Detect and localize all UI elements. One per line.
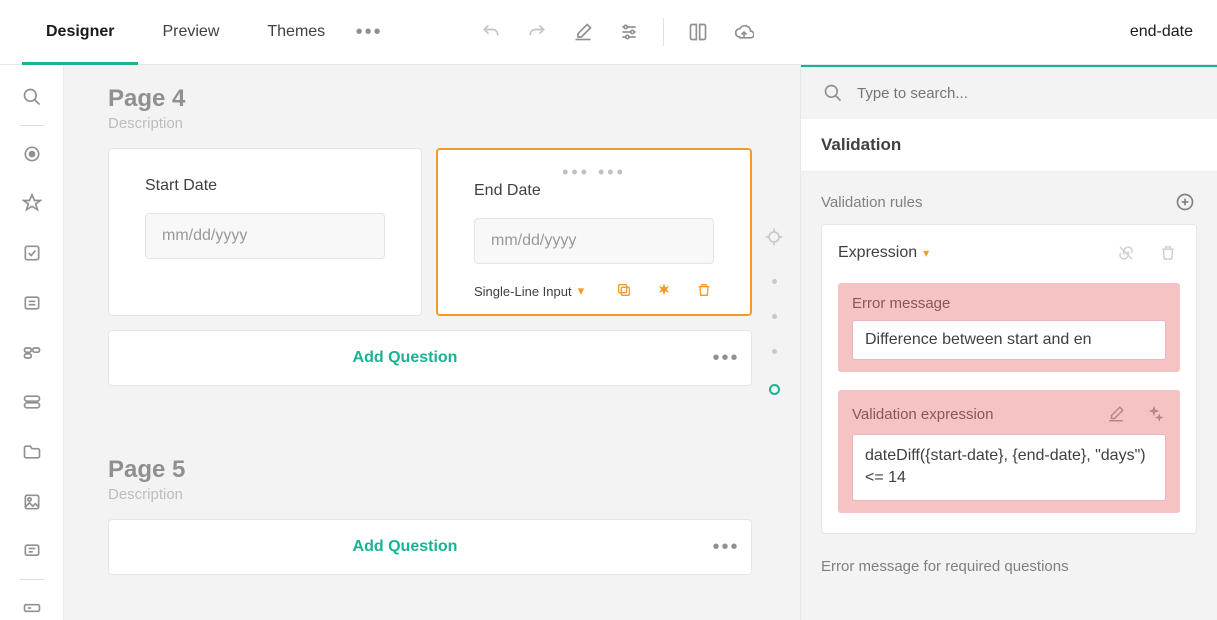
- delete-rule-button[interactable]: [1156, 241, 1180, 265]
- page-dot-active[interactable]: [769, 384, 780, 395]
- redo-button[interactable]: [525, 20, 549, 44]
- dots-icon: •••: [712, 536, 739, 559]
- search-icon[interactable]: [20, 85, 44, 109]
- divider: [20, 579, 44, 580]
- error-message-input[interactable]: Difference between start and en: [852, 320, 1166, 360]
- validation-expression-field: Validation expression dateDiff({start-da…: [838, 390, 1180, 513]
- rating-icon[interactable]: [20, 191, 44, 215]
- date-input[interactable]: mm/dd/yyyy: [474, 218, 714, 264]
- question-label[interactable]: Start Date: [145, 177, 385, 195]
- text-input-icon[interactable]: [20, 596, 44, 620]
- field-label: Validation expression: [852, 406, 993, 423]
- error-message-value: Difference between start and en: [865, 331, 1092, 348]
- eraser-icon[interactable]: [571, 20, 595, 44]
- boolean-icon[interactable]: [20, 390, 44, 414]
- tabs-overflow-button[interactable]: •••: [349, 21, 389, 44]
- tab-themes[interactable]: Themes: [243, 0, 349, 65]
- wand-icon[interactable]: [1142, 402, 1166, 426]
- dots-icon: •••: [356, 21, 383, 44]
- unlink-icon[interactable]: [1114, 241, 1138, 265]
- design-canvas[interactable]: Page 4 Description Start Date mm/dd/yyyy…: [64, 65, 800, 620]
- date-placeholder: mm/dd/yyyy: [162, 227, 247, 245]
- main-area: Page 4 Description Start Date mm/dd/yyyy…: [0, 65, 1217, 620]
- question-toolbar: Single-Line Input ▾: [474, 282, 714, 300]
- rule-tools: [1114, 241, 1180, 265]
- tab-designer[interactable]: Designer: [22, 0, 138, 65]
- file-icon[interactable]: [20, 440, 44, 464]
- add-question-row: Add Question •••: [108, 519, 752, 575]
- divider: [20, 125, 44, 126]
- top-bar: Designer Preview Themes ••• end-date: [0, 0, 1217, 65]
- panel-section-header[interactable]: Validation: [801, 119, 1217, 172]
- dropdown-icon[interactable]: [20, 291, 44, 315]
- panel-search-input[interactable]: [857, 85, 1197, 102]
- panel-search: [801, 67, 1217, 119]
- rules-label: Validation rules: [821, 194, 922, 211]
- rule-type-row: Expression ▾: [838, 241, 1180, 265]
- comment-icon[interactable]: [20, 540, 44, 564]
- tab-label: Preview: [162, 23, 219, 41]
- add-question-button[interactable]: Add Question: [109, 349, 701, 367]
- tagbox-icon[interactable]: [20, 341, 44, 365]
- page-description[interactable]: Description: [108, 115, 752, 132]
- add-question-menu[interactable]: •••: [701, 347, 751, 370]
- question-type-select[interactable]: Single-Line Input ▾: [474, 283, 584, 299]
- page-dot[interactable]: [772, 279, 777, 284]
- page-nav-dots: [762, 225, 786, 395]
- radio-icon[interactable]: [20, 142, 44, 166]
- page-dot[interactable]: [772, 314, 777, 319]
- drag-handle-icon[interactable]: ••• •••: [474, 168, 714, 176]
- validation-rule-card: Expression ▾ Error message Difference be…: [821, 224, 1197, 534]
- selected-element-name: end-date: [1130, 23, 1195, 41]
- rule-type-label: Expression: [838, 244, 917, 262]
- main-tabs: Designer Preview Themes: [22, 0, 349, 65]
- tab-preview[interactable]: Preview: [138, 0, 243, 65]
- undo-button[interactable]: [479, 20, 503, 44]
- tab-label: Designer: [46, 23, 114, 41]
- question-card-end-date[interactable]: ••• ••• End Date mm/dd/yyyy Single-Line …: [436, 148, 752, 316]
- divider: [663, 18, 664, 46]
- search-icon: [821, 81, 845, 105]
- question-row: Start Date mm/dd/yyyy ••• ••• End Date m…: [108, 148, 752, 316]
- image-icon[interactable]: [20, 490, 44, 514]
- caret-down-icon: ▾: [578, 283, 585, 299]
- top-actions: [479, 18, 756, 46]
- add-question-row: Add Question •••: [108, 330, 752, 386]
- page-title[interactable]: Page 4: [108, 85, 752, 113]
- required-error-label: Error message for required questions: [821, 558, 1197, 575]
- required-button[interactable]: [656, 282, 674, 300]
- date-input[interactable]: mm/dd/yyyy: [145, 213, 385, 259]
- eraser-icon[interactable]: [1104, 402, 1128, 426]
- cloud-upload-icon[interactable]: [732, 20, 756, 44]
- add-question-button[interactable]: Add Question: [109, 538, 701, 556]
- question-card-start-date[interactable]: Start Date mm/dd/yyyy: [108, 148, 422, 316]
- page-dot[interactable]: [772, 349, 777, 354]
- settings-icon[interactable]: [617, 20, 641, 44]
- add-rule-button[interactable]: [1173, 190, 1197, 214]
- left-toolbox: [0, 65, 64, 620]
- date-placeholder: mm/dd/yyyy: [491, 232, 576, 250]
- tab-label: Themes: [267, 23, 325, 41]
- validation-rules-header: Validation rules: [821, 190, 1197, 214]
- properties-panel: Validation Validation rules Expression ▾: [800, 65, 1217, 620]
- dots-icon: •••: [712, 347, 739, 370]
- question-label[interactable]: End Date: [474, 182, 714, 200]
- error-message-field: Error message Difference between start a…: [838, 283, 1180, 372]
- checkbox-icon[interactable]: [20, 241, 44, 265]
- duplicate-button[interactable]: [616, 282, 634, 300]
- locate-icon[interactable]: [762, 225, 786, 249]
- book-icon[interactable]: [686, 20, 710, 44]
- caret-down-icon: ▾: [923, 246, 929, 260]
- panel-body: Validation rules Expression ▾ Er: [801, 172, 1217, 620]
- expression-tools: [1104, 402, 1166, 426]
- rule-type-select[interactable]: Expression ▾: [838, 244, 929, 262]
- field-label: Error message: [852, 295, 950, 312]
- page-title[interactable]: Page 5: [108, 456, 752, 484]
- expression-value: dateDiff({start-date}, {end-date}, "days…: [865, 447, 1146, 486]
- validation-expression-input[interactable]: dateDiff({start-date}, {end-date}, "days…: [852, 434, 1166, 501]
- page-description[interactable]: Description: [108, 486, 752, 503]
- delete-button[interactable]: [696, 282, 714, 300]
- add-question-menu[interactable]: •••: [701, 536, 751, 559]
- question-type-label: Single-Line Input: [474, 284, 572, 299]
